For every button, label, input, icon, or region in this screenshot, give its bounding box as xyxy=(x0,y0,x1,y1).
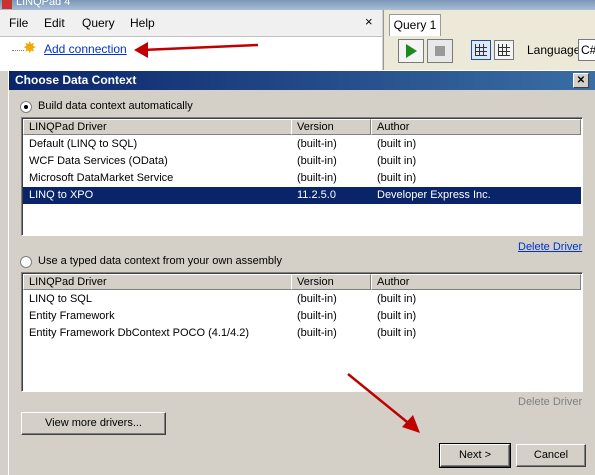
menu-file[interactable]: File xyxy=(9,16,28,30)
query-pane: Query 1 Language C# xyxy=(383,10,595,70)
close-pane-icon[interactable]: × xyxy=(365,14,373,29)
dialog-title-bar: Choose Data Context ✕ xyxy=(9,71,595,90)
app-title: LINQPad 4 xyxy=(16,0,71,8)
dialog-title: Choose Data Context xyxy=(15,73,137,87)
star-burst-icon: ✸ xyxy=(23,40,37,57)
radio-typed-context[interactable] xyxy=(20,256,32,268)
list-header: LINQPad Driver Version Author xyxy=(23,274,581,290)
driver-name: LINQ to SQL xyxy=(29,293,92,305)
driver-version: (built-in) xyxy=(297,138,337,150)
radio-typed-context-label: Use a typed data context from your own a… xyxy=(38,255,282,267)
radio-build-automatically[interactable] xyxy=(20,101,32,113)
column-header-version[interactable]: Version xyxy=(291,119,371,135)
add-connection-link[interactable]: Add connection xyxy=(44,42,127,56)
driver-version: (built-in) xyxy=(297,310,337,322)
list-item[interactable]: Entity Framework (built-in) (built in) xyxy=(23,308,581,325)
delete-driver-link-disabled: Delete Driver xyxy=(518,396,583,408)
stop-button[interactable] xyxy=(427,39,453,63)
menu-query[interactable]: Query xyxy=(82,16,115,30)
menu-edit[interactable]: Edit xyxy=(44,16,65,30)
driver-version: (built-in) xyxy=(297,155,337,167)
driver-name: Microsoft DataMarket Service xyxy=(29,172,174,184)
driver-name: LINQ to XPO xyxy=(29,189,94,201)
list-item[interactable]: WCF Data Services (OData) (built-in) (bu… xyxy=(23,153,581,170)
linqpad-logo-icon xyxy=(2,0,12,9)
driver-author: (built in) xyxy=(377,310,417,322)
driver-version: (built-in) xyxy=(297,327,337,339)
menu-bar: File Edit Query Help × xyxy=(0,10,382,36)
run-button[interactable] xyxy=(398,39,424,63)
driver-name: Default (LINQ to SQL) xyxy=(29,138,138,150)
driver-author: (built in) xyxy=(377,138,417,150)
next-button[interactable]: Next > xyxy=(439,443,511,468)
radio-build-automatically-label: Build data context automatically xyxy=(38,100,193,112)
drivers-list-automatic[interactable]: LINQPad Driver Version Author Default (L… xyxy=(21,117,583,236)
column-header-version[interactable]: Version xyxy=(291,274,371,290)
column-header-author[interactable]: Author xyxy=(371,274,581,290)
list-header: LINQPad Driver Version Author xyxy=(23,119,581,135)
tab-query-1[interactable]: Query 1 xyxy=(389,14,441,36)
close-icon[interactable]: ✕ xyxy=(573,73,589,88)
results-table-icon[interactable] xyxy=(494,40,514,60)
driver-author: (built in) xyxy=(377,293,417,305)
menu-help[interactable]: Help xyxy=(130,16,155,30)
column-header-author[interactable]: Author xyxy=(371,119,581,135)
view-more-drivers-button[interactable]: View more drivers... xyxy=(21,412,166,435)
driver-name: WCF Data Services (OData) xyxy=(29,155,168,167)
connections-pane: ✸ Add connection xyxy=(0,36,382,71)
driver-author: (built in) xyxy=(377,155,417,167)
choose-data-context-dialog: Choose Data Context ✕ Build data context… xyxy=(8,70,595,475)
driver-version: 11.2.5.0 xyxy=(297,189,336,201)
driver-author: Developer Express Inc. xyxy=(377,189,491,201)
list-item[interactable]: LINQ to SQL (built-in) (built in) xyxy=(23,291,581,308)
drivers-list-typed[interactable]: LINQPad Driver Version Author LINQ to SQ… xyxy=(21,272,583,392)
list-item[interactable]: Microsoft DataMarket Service (built-in) … xyxy=(23,170,581,187)
app-title-bar: LINQPad 4 xyxy=(0,0,595,10)
cancel-button[interactable]: Cancel xyxy=(516,444,586,467)
driver-author: (built in) xyxy=(377,327,417,339)
column-header-driver[interactable]: LINQPad Driver xyxy=(23,274,292,290)
results-grid-icon[interactable] xyxy=(471,40,491,60)
language-select[interactable]: C# xyxy=(578,39,595,61)
driver-author: (built in) xyxy=(377,172,417,184)
column-header-driver[interactable]: LINQPad Driver xyxy=(23,119,292,135)
list-item[interactable]: Default (LINQ to SQL) (built-in) (built … xyxy=(23,136,581,153)
list-item[interactable]: Entity Framework DbContext POCO (4.1/4.2… xyxy=(23,325,581,342)
driver-version: (built-in) xyxy=(297,293,337,305)
list-item-selected[interactable]: LINQ to XPO 11.2.5.0 Developer Express I… xyxy=(23,187,581,204)
driver-name: Entity Framework xyxy=(29,310,115,322)
delete-driver-link[interactable]: Delete Driver xyxy=(518,241,582,253)
driver-version: (built-in) xyxy=(297,172,337,184)
driver-name: Entity Framework DbContext POCO (4.1/4.2… xyxy=(29,327,250,339)
language-label: Language xyxy=(527,43,581,57)
